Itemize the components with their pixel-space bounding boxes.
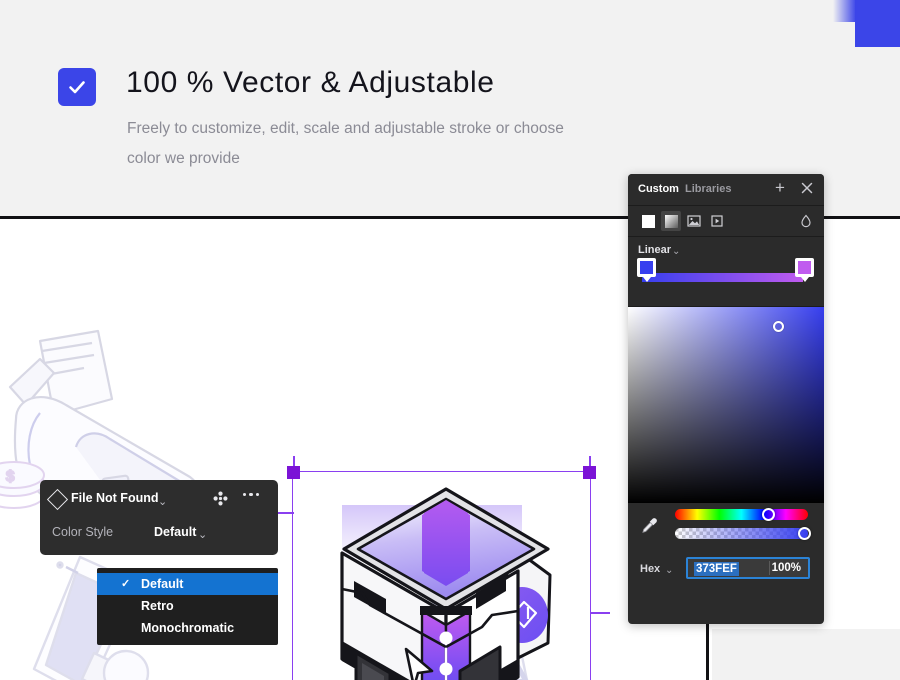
hex-value-text[interactable]: 373FEF (694, 562, 739, 576)
page-title: 100 % Vector & Adjustable (126, 66, 495, 99)
canvas-corner-panel (712, 629, 900, 680)
dropdown-item-retro[interactable]: Retro (97, 595, 278, 617)
hex-field-divider (769, 561, 770, 575)
feature-checkbox[interactable] (58, 68, 96, 106)
page-subtitle: Freely to customize, edit, scale and adj… (127, 120, 564, 167)
hue-slider[interactable] (675, 509, 808, 520)
eyedropper-icon[interactable] (640, 516, 659, 540)
fill-type-toolbar[interactable] (628, 206, 824, 237)
alpha-slider-knob[interactable] (798, 527, 811, 540)
selection-bounding-box[interactable] (287, 466, 596, 680)
solid-fill-icon[interactable] (638, 211, 658, 231)
color-style-value[interactable]: Default (154, 525, 196, 539)
saturation-value-field[interactable] (628, 307, 824, 503)
hex-input-field[interactable]: 373FEF 100% (686, 557, 810, 579)
alpha-slider[interactable] (675, 528, 808, 539)
hex-format-label[interactable]: Hex (640, 563, 660, 575)
color-panel-header: Custom Libraries + (628, 174, 824, 206)
blend-droplet-icon[interactable] (800, 214, 812, 233)
gradient-preview-bar[interactable] (642, 273, 803, 282)
layer-name-label[interactable]: File Not Found (71, 491, 158, 505)
close-icon[interactable] (800, 181, 814, 195)
gradient-fill-icon[interactable] (661, 211, 681, 231)
hue-slider-knob[interactable] (762, 508, 775, 521)
image-fill-icon[interactable] (684, 211, 704, 231)
chevron-down-icon[interactable]: ⌄ (198, 528, 207, 541)
check-icon (69, 81, 85, 94)
color-picker-panel[interactable]: Custom Libraries + Linear ⌄ Hex ⌄ 373FEF… (628, 174, 824, 624)
color-style-dropdown-menu[interactable]: ✓ Default Retro Monochromatic (97, 568, 278, 645)
dropdown-item-default[interactable]: ✓ Default (97, 573, 278, 595)
dropdown-item-monochromatic[interactable]: Monochromatic (97, 617, 278, 639)
corner-decoration-square (855, 0, 900, 47)
svg-text:$: $ (6, 468, 15, 485)
chevron-down-icon[interactable]: ⌄ (672, 246, 680, 257)
tab-libraries[interactable]: Libraries (685, 183, 731, 195)
selection-tick-right (591, 612, 610, 614)
resize-handle-top-right[interactable] (583, 466, 596, 479)
canvas-divider-vertical (706, 623, 709, 680)
sv-black-overlay (628, 307, 824, 503)
gradient-type-label[interactable]: Linear (638, 244, 671, 256)
move-icon[interactable] (213, 491, 228, 511)
opacity-value-text[interactable]: 100% (772, 562, 801, 574)
chevron-down-icon[interactable]: ⌄ (158, 495, 167, 508)
dropdown-item-label: Monochromatic (141, 621, 235, 635)
hex-input-row[interactable]: Hex ⌄ 373FEF 100% (628, 551, 824, 595)
tab-custom[interactable]: Custom (638, 183, 679, 195)
check-icon: ✓ (121, 578, 131, 590)
dropdown-item-label: Default (141, 577, 184, 591)
gradient-section[interactable]: Linear ⌄ (628, 237, 824, 307)
gradient-stop-end[interactable] (795, 258, 814, 282)
screenshot-root: $ $ (0, 0, 900, 680)
plus-icon[interactable]: + (772, 179, 788, 196)
color-sliders[interactable] (628, 503, 824, 551)
corner-decoration-gradient (833, 0, 855, 22)
dropdown-item-label: Retro (141, 599, 174, 613)
resize-handle-top-left[interactable] (287, 466, 300, 479)
more-options-icon[interactable] (243, 493, 260, 497)
color-style-label: Color Style (52, 525, 114, 539)
chevron-down-icon[interactable]: ⌄ (665, 565, 673, 576)
gradient-stop-start[interactable] (637, 258, 656, 282)
video-fill-icon[interactable] (707, 211, 727, 231)
